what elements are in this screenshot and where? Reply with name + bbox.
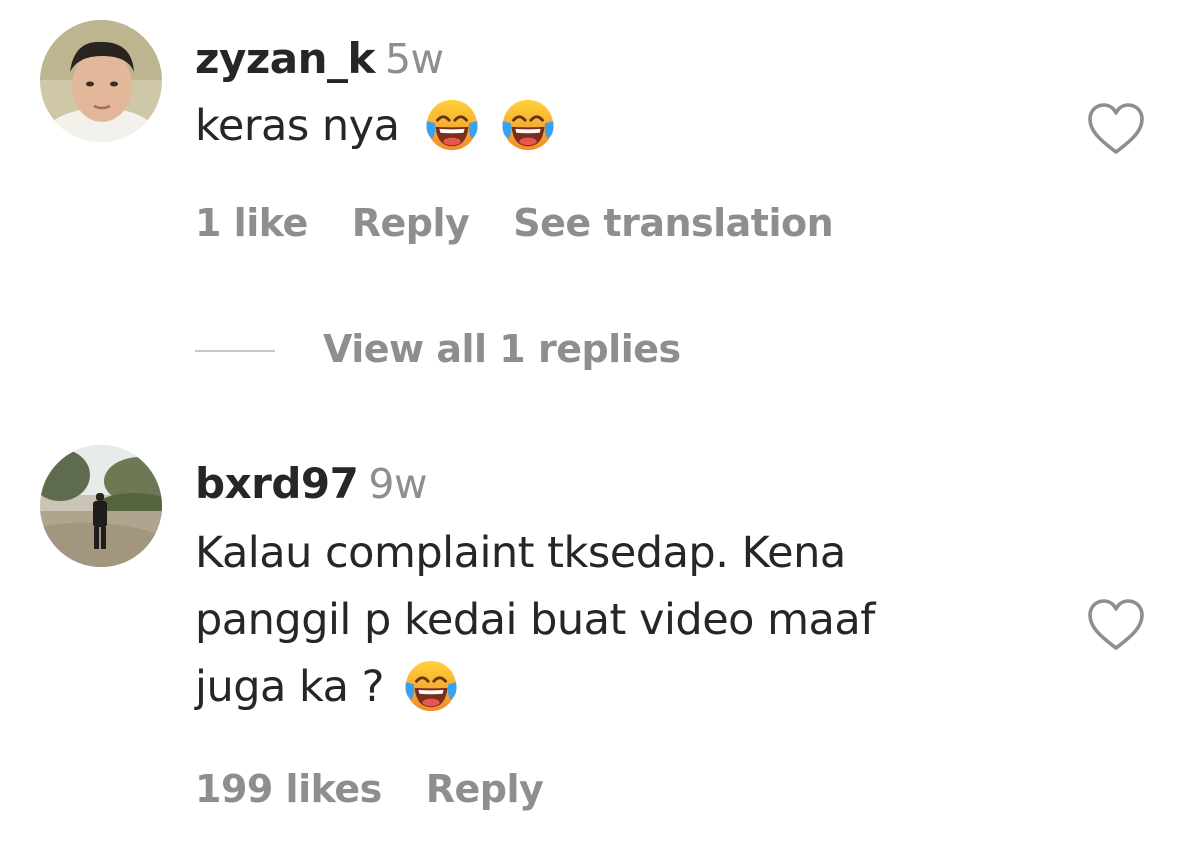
username[interactable]: zyzan_k bbox=[195, 34, 375, 83]
comment-actions: 199 likes Reply bbox=[195, 770, 587, 808]
comment-text: Kalau complaint tksedap. Kena panggil p … bbox=[195, 520, 875, 721]
face-with-tears-of-joy-icon bbox=[499, 96, 557, 154]
comment-line: Kalau complaint tksedap. Kena bbox=[195, 528, 846, 578]
comment-bxrd97: bxrd97 9w Kalau complaint tksedap. Kena p… bbox=[0, 430, 1200, 849]
replies-divider bbox=[195, 350, 275, 352]
username[interactable]: bxrd97 bbox=[195, 459, 359, 508]
face-with-tears-of-joy-icon bbox=[423, 96, 481, 154]
comment-line: panggil p kedai buat video maaf bbox=[195, 595, 875, 645]
comment-text: keras nya bbox=[195, 93, 557, 160]
comment-line: keras nya bbox=[195, 93, 557, 160]
comment-actions: 1 like Reply See translation bbox=[195, 204, 877, 242]
avatar-bxrd97[interactable] bbox=[40, 445, 162, 567]
view-replies-button[interactable]: View all 1 replies bbox=[323, 330, 681, 368]
face-with-tears-of-joy-icon bbox=[402, 657, 460, 715]
reply-button[interactable]: Reply bbox=[426, 767, 544, 811]
avatar-photo bbox=[40, 20, 162, 142]
timestamp[interactable]: 9w bbox=[368, 460, 427, 508]
timestamp[interactable]: 5w bbox=[385, 35, 444, 83]
comment-line: juga ka ? bbox=[195, 654, 875, 721]
likes-count[interactable]: 199 likes bbox=[195, 767, 382, 811]
avatar-photo bbox=[40, 445, 162, 567]
see-translation-button[interactable]: See translation bbox=[513, 201, 833, 245]
comment-header: zyzan_k 5w bbox=[195, 38, 444, 80]
avatar-zyzan-k[interactable] bbox=[40, 20, 162, 142]
reply-button[interactable]: Reply bbox=[352, 201, 470, 245]
comment-zyzan-k: zyzan_k 5w keras nya 1 like Reply See tr… bbox=[0, 0, 1200, 300]
like-heart-icon[interactable] bbox=[1086, 598, 1146, 652]
likes-count[interactable]: 1 like bbox=[195, 201, 308, 245]
comment-header: bxrd97 9w bbox=[195, 460, 428, 508]
like-heart-icon[interactable] bbox=[1086, 102, 1146, 156]
